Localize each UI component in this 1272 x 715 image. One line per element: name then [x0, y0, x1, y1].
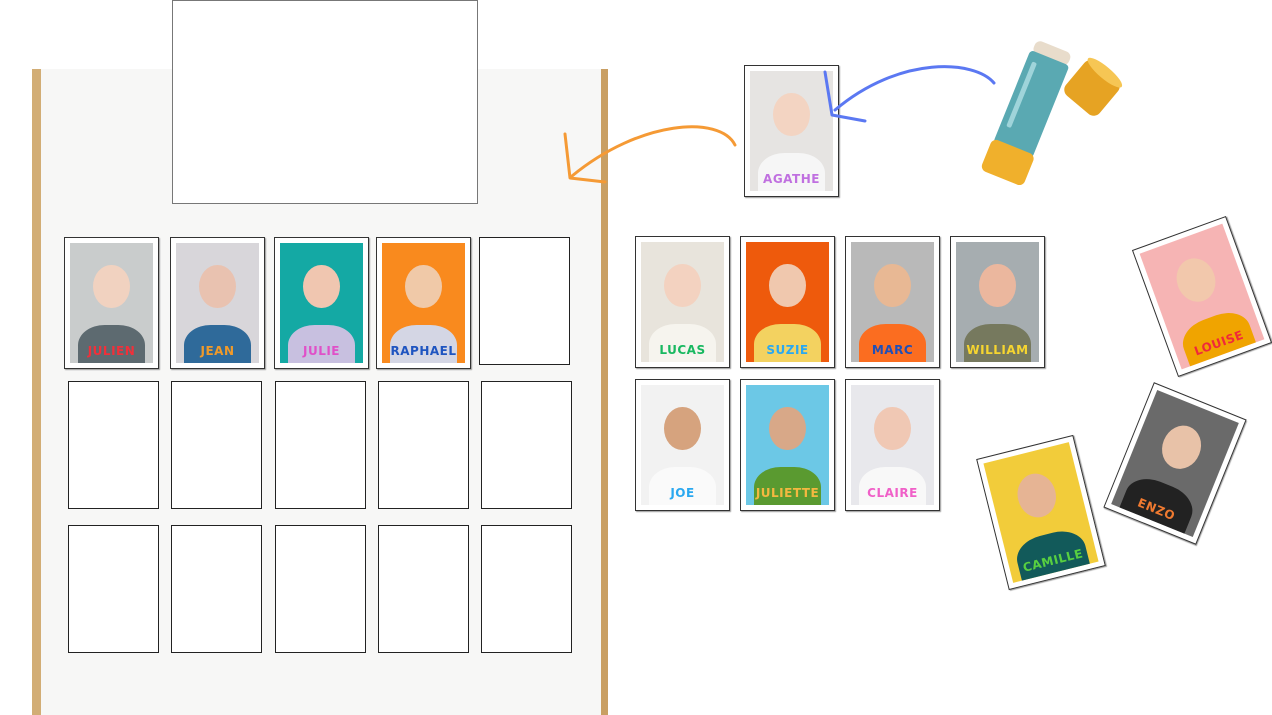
glue-stick-icon [981, 41, 1071, 186]
glue-cap-icon [1064, 57, 1123, 116]
orange-arrow-icon [570, 125, 737, 178]
decorations [563, 41, 1123, 186]
blue-arrow-head-icon [823, 70, 867, 123]
blue-arrow-icon [833, 65, 996, 112]
